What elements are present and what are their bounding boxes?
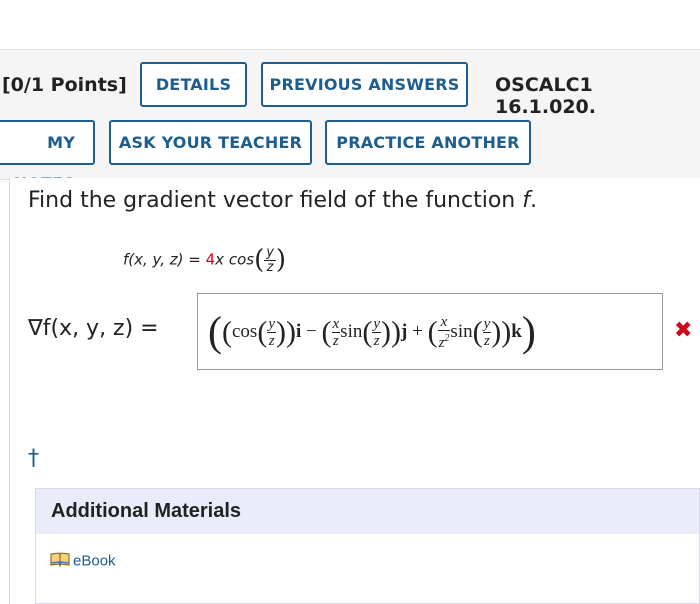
materials-header: Additional Materials	[36, 489, 699, 534]
question-id: OSCALC1 16.1.020.	[495, 74, 596, 118]
details-button[interactable]: DETAILS	[140, 62, 247, 107]
incorrect-icon: ✖	[674, 318, 693, 343]
function-fraction: yz	[264, 244, 276, 275]
question-prompt: Find the gradient vector field of the fu…	[28, 188, 537, 213]
ask-your-teacher-button[interactable]: ASK YOUR TEACHER	[109, 120, 312, 165]
practice-another-button[interactable]: PRACTICE ANOTHER	[325, 120, 531, 165]
points-label: [0/1 Points]	[2, 74, 127, 96]
function-coefficient: 4	[205, 250, 216, 269]
answer-expression: ((cos(y z))i − (x z sin(y z))j + (x z2 sin(y z)…	[208, 309, 536, 356]
materials-title: Additional Materials	[51, 500, 242, 522]
additional-materials-panel: Additional Materials eBook	[35, 488, 700, 604]
function-definition: f(x, y, z) = 4x cos(y z)	[123, 244, 287, 275]
gradient-label: ∇f(x, y, z) =	[28, 316, 159, 341]
ebook-link[interactable]: eBook	[50, 552, 116, 571]
my-notes-button[interactable]: MY NOTES	[0, 120, 95, 193]
answer-input[interactable]: ((cos(y z))i − (x z sin(y z))j + (x z2 sin(y z)…	[197, 293, 663, 370]
previous-answers-button[interactable]: PREVIOUS ANSWERS	[261, 62, 468, 107]
dagger-icon[interactable]: †	[28, 446, 39, 471]
book-icon	[50, 552, 70, 571]
